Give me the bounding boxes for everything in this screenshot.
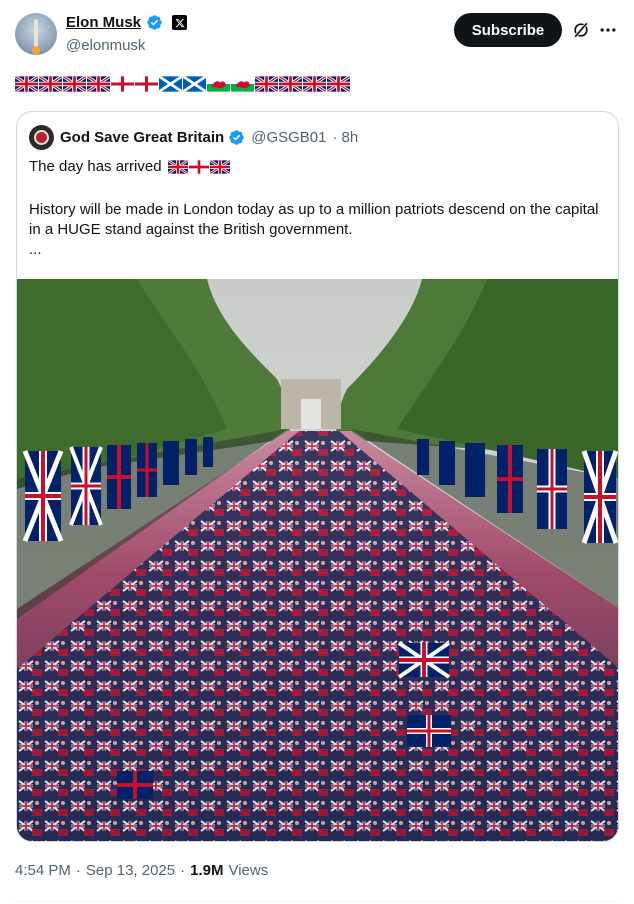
scotland-flag-icon: [183, 76, 206, 92]
quoted-text-body: History will be made in London today as …: [29, 201, 599, 238]
quoted-text-line1: The day has arrived: [29, 157, 609, 177]
quoted-tweet-card[interactable]: God Save Great Britain @GSGB01 · 8h The …: [16, 111, 619, 842]
quoted-text-intro: The day has arrived: [29, 158, 162, 175]
crest-icon: [34, 130, 49, 145]
views-label: Views: [228, 862, 269, 879]
uk-flag-icon: [39, 76, 62, 92]
author-name[interactable]: Elon Musk: [66, 14, 141, 31]
tweet-date[interactable]: Sep 13, 2025: [86, 862, 175, 879]
wales-flag-icon: [231, 76, 254, 92]
author-handle[interactable]: @elonmusk: [66, 37, 145, 54]
more-options-icon[interactable]: [598, 20, 618, 40]
rocket-flame: [32, 46, 40, 55]
uk-flag-icon: [279, 76, 302, 92]
rocket-icon: [34, 19, 38, 47]
uk-flag-icon: [209, 160, 230, 174]
uk-flag-icon: [167, 160, 188, 174]
quoted-author-name[interactable]: God Save Great Britain: [60, 129, 224, 146]
quoted-author-handle[interactable]: @GSGB01: [251, 129, 326, 146]
uk-flag-icon: [15, 76, 38, 92]
uk-flag-icon: [63, 76, 86, 92]
quoted-header: God Save Great Britain @GSGB01 · 8h: [60, 129, 358, 146]
england-flag-icon: [111, 76, 134, 92]
uk-flag-icon: [327, 76, 350, 92]
scotland-flag-icon: [159, 76, 182, 92]
x-logo-icon: [172, 15, 188, 30]
england-flag-icon: [135, 76, 158, 92]
uk-flag-icon: [255, 76, 278, 92]
meta-separator: ·: [180, 862, 186, 879]
author-name-row: Elon Musk: [66, 14, 188, 31]
divider: [15, 901, 619, 902]
tweet-time[interactable]: 4:54 PM: [15, 862, 71, 879]
crowd-photo[interactable]: [17, 279, 619, 842]
grok-icon[interactable]: [571, 20, 591, 40]
quoted-time[interactable]: 8h: [341, 129, 358, 146]
england-flag-icon: [188, 160, 209, 174]
views-count: 1.9M: [190, 862, 224, 879]
uk-flag-icon: [87, 76, 110, 92]
subscribe-button[interactable]: Subscribe: [454, 13, 562, 47]
tweet-flag-emojis: [15, 76, 350, 94]
uk-flag-icon: [303, 76, 326, 92]
quoted-text-ellipsis: ...: [29, 241, 42, 258]
author-avatar[interactable]: [15, 13, 57, 55]
tweet-meta: 4:54 PM · Sep 13, 2025 · 1.9M Views: [15, 862, 268, 879]
verified-badge-icon: [147, 15, 162, 30]
wales-flag-icon: [207, 76, 230, 92]
meta-separator: ·: [75, 862, 81, 879]
quoted-avatar[interactable]: [29, 125, 54, 150]
verified-badge-icon: [229, 130, 244, 145]
quoted-separator: ·: [332, 129, 338, 146]
quoted-flag-emojis: [167, 160, 230, 174]
